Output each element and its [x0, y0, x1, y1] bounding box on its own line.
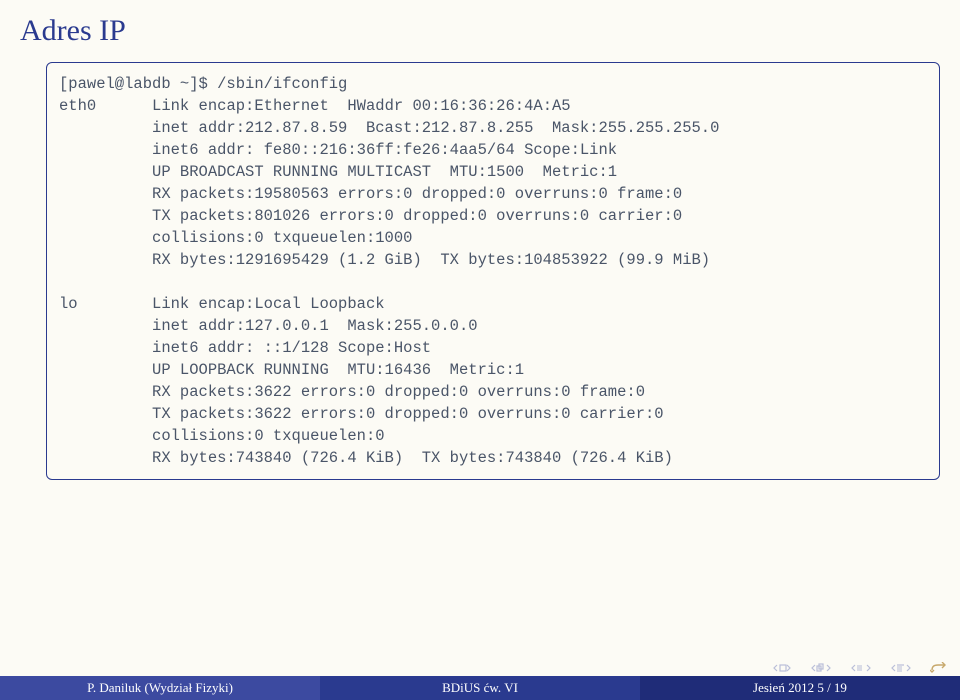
lo-l6: TX packets:3622 errors:0 dropped:0 overr… — [152, 405, 664, 423]
eth0-l6: TX packets:801026 errors:0 dropped:0 ove… — [152, 207, 682, 225]
eth0-l1: Link encap:Ethernet HWaddr 00:16:36:26:4… — [152, 97, 571, 115]
lo-l5: RX packets:3622 errors:0 dropped:0 overr… — [152, 383, 645, 401]
lo-l8: RX bytes:743840 (726.4 KiB) TX bytes:743… — [152, 449, 673, 467]
eth0-l5: RX packets:19580563 errors:0 dropped:0 o… — [152, 185, 682, 203]
footer-author: P. Daniluk (Wydział Fizyki) — [0, 676, 320, 700]
eth0-label: eth0 — [59, 97, 96, 115]
footer-bar: P. Daniluk (Wydział Fizyki) BDiUS ćw. VI… — [0, 676, 960, 700]
footer-page-info: Jesień 2012 5 / 19 — [640, 676, 960, 700]
eth0-l8: RX bytes:1291695429 (1.2 GiB) TX bytes:1… — [152, 251, 710, 269]
lo-l7: collisions:0 txqueuelen:0 — [152, 427, 385, 445]
lo-l3: inet6 addr: ::1/128 Scope:Host — [152, 339, 431, 357]
lo-l4: UP LOOPBACK RUNNING MTU:16436 Metric:1 — [152, 361, 524, 379]
eth0-l7: collisions:0 txqueuelen:1000 — [152, 229, 412, 247]
eth0-l3: inet6 addr: fe80::216:36ff:fe26:4aa5/64 … — [152, 141, 617, 159]
prompt-line: [pawel@labdb ~]$ /sbin/ifconfig — [59, 75, 347, 93]
slide-title: Adres IP — [0, 0, 960, 56]
lo-l2: inet addr:127.0.0.1 Mask:255.0.0.0 — [152, 317, 478, 335]
terminal-output-box: [pawel@labdb ~]$ /sbin/ifconfig eth0 Lin… — [46, 62, 940, 480]
nav-back-icon[interactable] — [930, 662, 948, 674]
eth0-l2: inet addr:212.87.8.59 Bcast:212.87.8.255… — [152, 119, 719, 137]
nav-slide-prev-next[interactable] — [772, 663, 792, 673]
eth0-l4: UP BROADCAST RUNNING MULTICAST MTU:1500 … — [152, 163, 617, 181]
footer-title: BDiUS ćw. VI — [320, 676, 640, 700]
lo-label: lo — [59, 295, 78, 313]
terminal-text: [pawel@labdb ~]$ /sbin/ifconfig eth0 Lin… — [59, 73, 927, 469]
nav-subsection-prev-next[interactable] — [850, 663, 872, 673]
nav-controls — [772, 662, 948, 674]
lo-l1: Link encap:Local Loopback — [152, 295, 385, 313]
nav-section-prev-next[interactable] — [810, 663, 832, 673]
nav-frame-prev-next[interactable] — [890, 663, 912, 673]
